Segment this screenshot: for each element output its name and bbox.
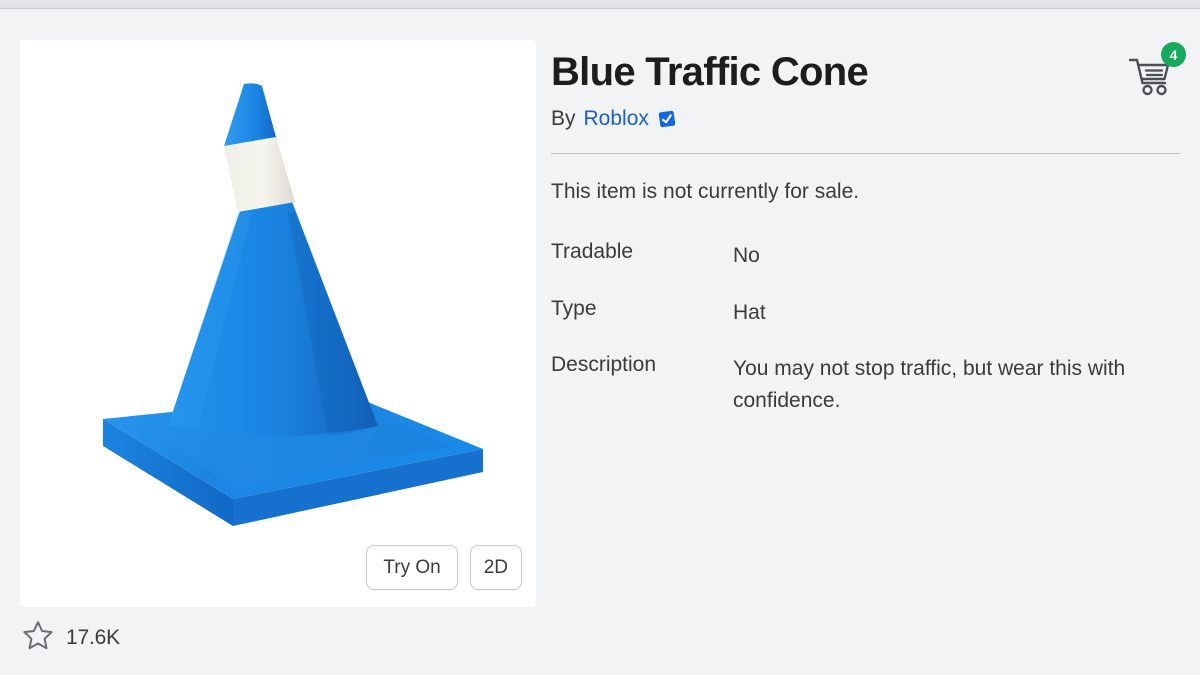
view-2d-button[interactable]: 2D xyxy=(469,545,522,590)
title-row: Blue Traffic Cone By Roblox 4 xyxy=(551,42,1186,131)
favorites-row[interactable]: 17.6K xyxy=(22,620,120,656)
spec-label: Type xyxy=(551,296,597,320)
shopping-cart-icon[interactable] xyxy=(1128,58,1176,102)
table-row: Description You may not stop traffic, bu… xyxy=(551,353,1180,416)
creator-line: By Roblox xyxy=(551,107,868,131)
catalog-item-page: Try On 2D 17.6K Blue Traffic Cone By Rob… xyxy=(0,0,1200,675)
spec-value: You may not stop traffic, but wear this … xyxy=(733,357,1126,412)
spec-label: Tradable xyxy=(551,240,634,263)
creator-prefix: By xyxy=(551,107,576,130)
table-row: Tradable No xyxy=(551,240,1180,272)
favorites-count: 17.6K xyxy=(66,626,120,649)
spec-value: Hat xyxy=(733,300,766,324)
try-on-button[interactable]: Try On xyxy=(366,545,458,590)
cone-tip xyxy=(224,82,276,146)
details-divider xyxy=(551,153,1180,154)
cart-button[interactable]: 4 xyxy=(1128,42,1186,103)
table-row: Type Hat xyxy=(551,297,1180,329)
browser-top-strip xyxy=(0,0,1200,9)
star-outline-icon[interactable] xyxy=(22,620,54,656)
item-thumbnail-stage[interactable]: Try On 2D xyxy=(20,40,536,607)
sale-status-text: This item is not currently for sale. xyxy=(551,180,860,203)
verified-checkmark-icon xyxy=(657,109,677,129)
creator-name-link[interactable]: Roblox xyxy=(584,107,649,131)
spec-label: Description xyxy=(551,353,657,376)
spec-value: No xyxy=(733,244,760,267)
cone-white-stripe xyxy=(224,136,295,212)
item-details-panel: Blue Traffic Cone By Roblox 4 This item … xyxy=(551,42,1186,441)
page-title: Blue Traffic Cone xyxy=(551,50,869,94)
cart-badge-count: 4 xyxy=(1161,42,1186,67)
traffic-cone-illustration xyxy=(103,82,483,526)
viewer-controls: Try On 2D xyxy=(366,545,522,590)
item-spec-table: Tradable No Type Hat Description You may… xyxy=(551,240,1180,416)
title-block: Blue Traffic Cone By Roblox xyxy=(551,48,869,131)
item-thumbnail-card: Try On 2D xyxy=(20,40,536,607)
